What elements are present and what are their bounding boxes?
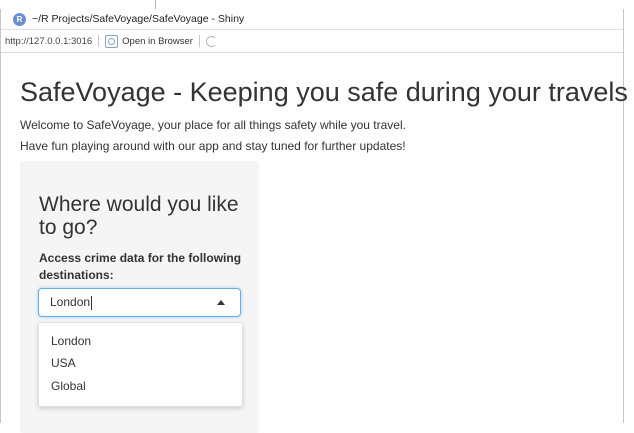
address-bar: http://127.0.0.1:3016 Open in Browser xyxy=(1,29,623,53)
option-global[interactable]: Global xyxy=(51,379,86,393)
url-text[interactable]: http://127.0.0.1:3016 xyxy=(5,36,92,47)
text-cursor xyxy=(91,295,93,310)
destination-label: Access crime data for the following dest… xyxy=(39,251,242,282)
destination-select[interactable]: London xyxy=(38,288,241,317)
option-usa[interactable]: USA xyxy=(51,356,76,370)
toolbar-separator xyxy=(98,35,100,47)
toolbar-separator xyxy=(198,35,200,47)
window-title: ~/R Projects/SafeVoyage/SafeVoyage - Shi… xyxy=(32,13,245,25)
select-value: London xyxy=(50,295,91,310)
page-content: SafeVoyage - Keeping you safe during you… xyxy=(1,52,628,433)
caret-up-icon[interactable] xyxy=(217,300,225,305)
browser-icon xyxy=(105,34,119,48)
option-london[interactable]: London xyxy=(51,334,91,348)
open-in-browser-button[interactable]: Open in Browser xyxy=(105,34,193,48)
intro-text-1: Welcome to SafeVoyage, your place for al… xyxy=(20,118,406,132)
rstudio-icon: R xyxy=(13,12,26,26)
select-value-wrap: London xyxy=(50,295,93,310)
open-in-browser-label: Open in Browser xyxy=(122,35,193,47)
title-bar: R ~/R Projects/SafeVoyage/SafeVoyage - S… xyxy=(1,9,623,29)
app-window: R ~/R Projects/SafeVoyage/SafeVoyage - S… xyxy=(0,9,628,433)
refresh-icon[interactable] xyxy=(205,35,217,47)
page-title: SafeVoyage - Keeping you safe during you… xyxy=(20,77,628,107)
destination-dropdown: London USA Global xyxy=(38,322,243,407)
window-divider xyxy=(155,0,156,9)
intro-text-2: Have fun playing around with our app and… xyxy=(20,139,406,153)
sidebar-panel: Where would you like to go? Access crime… xyxy=(20,161,259,433)
panel-heading: Where would you like to go? xyxy=(39,193,239,240)
